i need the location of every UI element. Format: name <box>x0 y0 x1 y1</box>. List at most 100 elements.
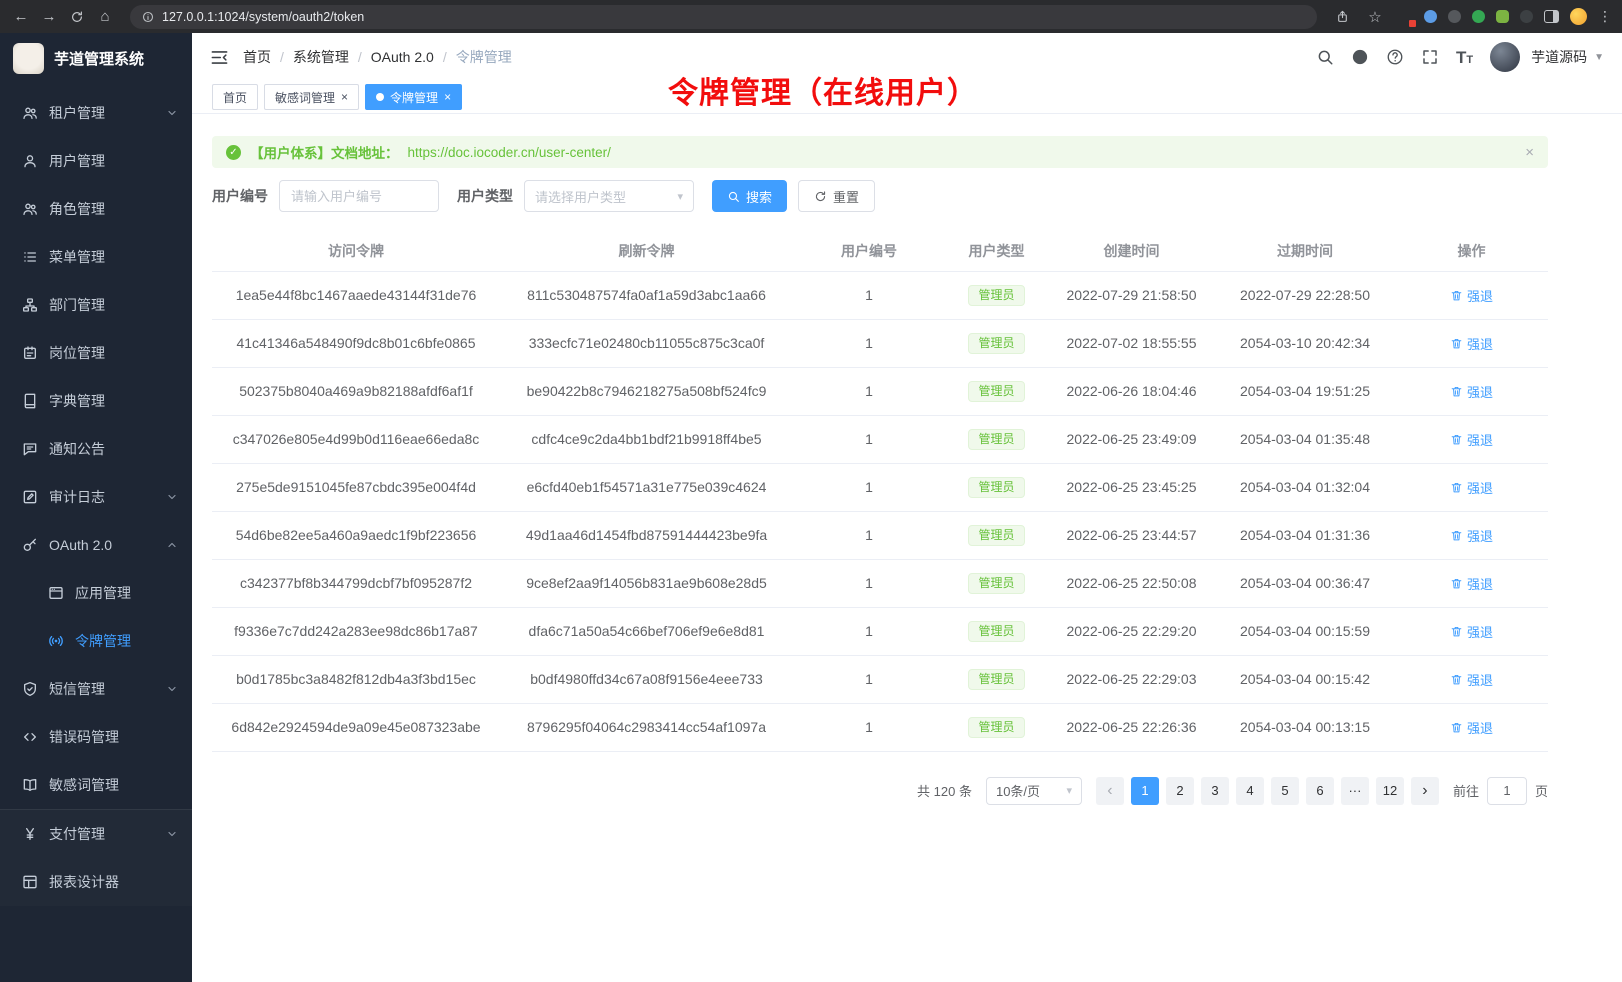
chat-icon <box>22 441 38 457</box>
sidebar-item-dept[interactable]: 部门管理 <box>0 281 192 329</box>
force-logout-button[interactable]: 强退 <box>1450 574 1493 593</box>
extension-badge-icon[interactable] <box>1397 9 1413 25</box>
yen-icon <box>22 826 38 842</box>
pagination-page-button[interactable]: 4 <box>1236 777 1264 805</box>
sidebar-item-menu[interactable]: 菜单管理 <box>0 233 192 281</box>
username[interactable]: 芋道源码 <box>1531 47 1587 67</box>
table-header-row: 访问令牌 刷新令牌 用户编号 用户类型 创建时间 过期时间 操作 <box>212 231 1548 271</box>
sidebar-item-role[interactable]: 角色管理 <box>0 185 192 233</box>
tab-close-icon[interactable]: × <box>444 91 451 103</box>
pagination-page-button[interactable]: 3 <box>1201 777 1229 805</box>
force-logout-button[interactable]: 强退 <box>1450 430 1493 449</box>
org-tree-icon <box>22 297 38 313</box>
search-icon[interactable] <box>1316 48 1334 66</box>
puzzle-extension-icon[interactable] <box>1496 10 1509 23</box>
font-size-icon[interactable]: TT <box>1456 49 1473 66</box>
pagination-total: 共 120 条 <box>917 781 972 800</box>
sidebar-item-tenant[interactable]: 租户管理 <box>0 89 192 137</box>
shield-icon <box>22 681 38 697</box>
pagination-page-button[interactable]: 6 <box>1306 777 1334 805</box>
force-logout-button[interactable]: 强退 <box>1450 622 1493 641</box>
pagination-page-button[interactable]: 5 <box>1271 777 1299 805</box>
side-panel-icon[interactable] <box>1544 10 1559 23</box>
tab-sensitive-word[interactable]: 敏感词管理 × <box>264 84 359 110</box>
breadcrumb-system[interactable]: 系统管理 <box>293 47 349 67</box>
collapse-menu-icon[interactable] <box>210 48 229 67</box>
breadcrumb-oauth2[interactable]: OAuth 2.0 <box>371 49 434 65</box>
browser-back-button[interactable]: ← <box>10 6 32 28</box>
pagination-page-button[interactable]: 1 <box>1131 777 1159 805</box>
pagination-page-button[interactable]: 12 <box>1376 777 1404 805</box>
success-check-icon: ✓ <box>226 145 241 160</box>
pagination-goto-input[interactable] <box>1487 777 1527 805</box>
site-info-icon[interactable] <box>142 11 154 23</box>
share-icon[interactable] <box>1331 6 1353 28</box>
bookmark-star-icon[interactable]: ☆ <box>1364 6 1386 28</box>
force-logout-button[interactable]: 强退 <box>1450 670 1493 689</box>
user-type-select[interactable]: 请选择用户类型 ▾ <box>524 180 694 212</box>
sidebar-item-pay[interactable]: 支付管理 <box>0 810 192 858</box>
pagination-next-button[interactable]: › <box>1411 777 1439 805</box>
fullscreen-icon[interactable] <box>1421 48 1439 66</box>
help-icon[interactable] <box>1386 48 1404 66</box>
sidebar-item-user[interactable]: 用户管理 <box>0 137 192 185</box>
blue-extension-icon[interactable] <box>1424 10 1437 23</box>
user-type-tag: 管理员 <box>968 717 1024 738</box>
sidebar-item-error-code[interactable]: 错误码管理 <box>0 713 192 761</box>
logo-image <box>13 43 44 74</box>
alert-close-icon[interactable]: × <box>1525 145 1534 160</box>
sidebar-item-post[interactable]: 岗位管理 <box>0 329 192 377</box>
browser-forward-button[interactable]: → <box>38 6 60 28</box>
trash-icon <box>1450 625 1463 638</box>
force-logout-button[interactable]: 强退 <box>1450 334 1493 353</box>
sidebar-item-oauth2[interactable]: OAuth 2.0 <box>0 521 192 569</box>
user-id-input[interactable] <box>279 180 439 212</box>
reset-button[interactable]: 重置 <box>798 180 875 212</box>
paw-extension-icon[interactable] <box>1520 10 1533 23</box>
list-icon <box>22 249 38 265</box>
sidebar-item-audit-log[interactable]: 审计日志 <box>0 473 192 521</box>
sidebar-item-report-designer[interactable]: 报表设计器 <box>0 858 192 906</box>
force-logout-button[interactable]: 强退 <box>1450 526 1493 545</box>
table-row: 1ea5e44f8bc1467aaede43144f31de76 811c530… <box>212 271 1548 319</box>
sidebar-item-notice[interactable]: 通知公告 <box>0 425 192 473</box>
sidebar-item-sensitive-word[interactable]: 敏感词管理 <box>0 761 192 809</box>
browser-menu-icon[interactable]: ⋮ <box>1598 8 1612 25</box>
url-text: 127.0.0.1:1024/system/oauth2/token <box>162 10 364 24</box>
sidebar-item-dict[interactable]: 字典管理 <box>0 377 192 425</box>
profile-avatar[interactable] <box>1570 8 1587 25</box>
caret-down-icon[interactable]: ▼ <box>1594 52 1604 63</box>
dark-extension-icon[interactable] <box>1448 10 1461 23</box>
pagination-page-button[interactable]: 2 <box>1166 777 1194 805</box>
sidebar-item-oauth2-token[interactable]: 令牌管理 <box>0 617 192 665</box>
force-logout-button[interactable]: 强退 <box>1450 382 1493 401</box>
breadcrumb-home[interactable]: 首页 <box>243 47 271 67</box>
browser-refresh-button[interactable] <box>66 6 88 28</box>
doc-link[interactable]: https://doc.iocoder.cn/user-center/ <box>408 145 611 160</box>
sidebar-item-oauth2-app[interactable]: 应用管理 <box>0 569 192 617</box>
search-button[interactable]: 搜索 <box>712 180 787 212</box>
token-table: 访问令牌 刷新令牌 用户编号 用户类型 创建时间 过期时间 操作 1ea5e44… <box>212 231 1548 752</box>
book-icon <box>22 393 38 409</box>
tab-token[interactable]: 令牌管理 × <box>365 84 462 110</box>
address-bar[interactable]: 127.0.0.1:1024/system/oauth2/token <box>130 5 1317 29</box>
browser-home-button[interactable]: ⌂ <box>94 6 116 28</box>
user-type-tag: 管理员 <box>968 285 1024 306</box>
green-extension-icon[interactable] <box>1472 10 1485 23</box>
github-icon[interactable] <box>1351 48 1369 66</box>
tags-view-bar: 首页 敏感词管理 × 令牌管理 × <box>192 81 1622 114</box>
user-avatar[interactable] <box>1490 42 1520 72</box>
app-logo[interactable]: 芋道管理系统 <box>0 33 192 83</box>
force-logout-button[interactable]: 强退 <box>1450 286 1493 305</box>
table-row: 6d842e2924594de9a09e45e087323abe 8796295… <box>212 703 1548 751</box>
chevron-down-icon: ▾ <box>677 190 683 203</box>
force-logout-button[interactable]: 强退 <box>1450 718 1493 737</box>
tab-home[interactable]: 首页 <box>212 84 258 110</box>
tab-close-icon[interactable]: × <box>341 91 348 103</box>
pagination-more-button[interactable]: ··· <box>1341 777 1369 805</box>
force-logout-button[interactable]: 强退 <box>1450 478 1493 497</box>
pagination-prev-button[interactable]: ‹ <box>1096 777 1124 805</box>
page-size-select[interactable]: 10条/页 ▾ <box>986 777 1082 805</box>
sidebar-item-sms[interactable]: 短信管理 <box>0 665 192 713</box>
key-icon <box>22 537 38 553</box>
